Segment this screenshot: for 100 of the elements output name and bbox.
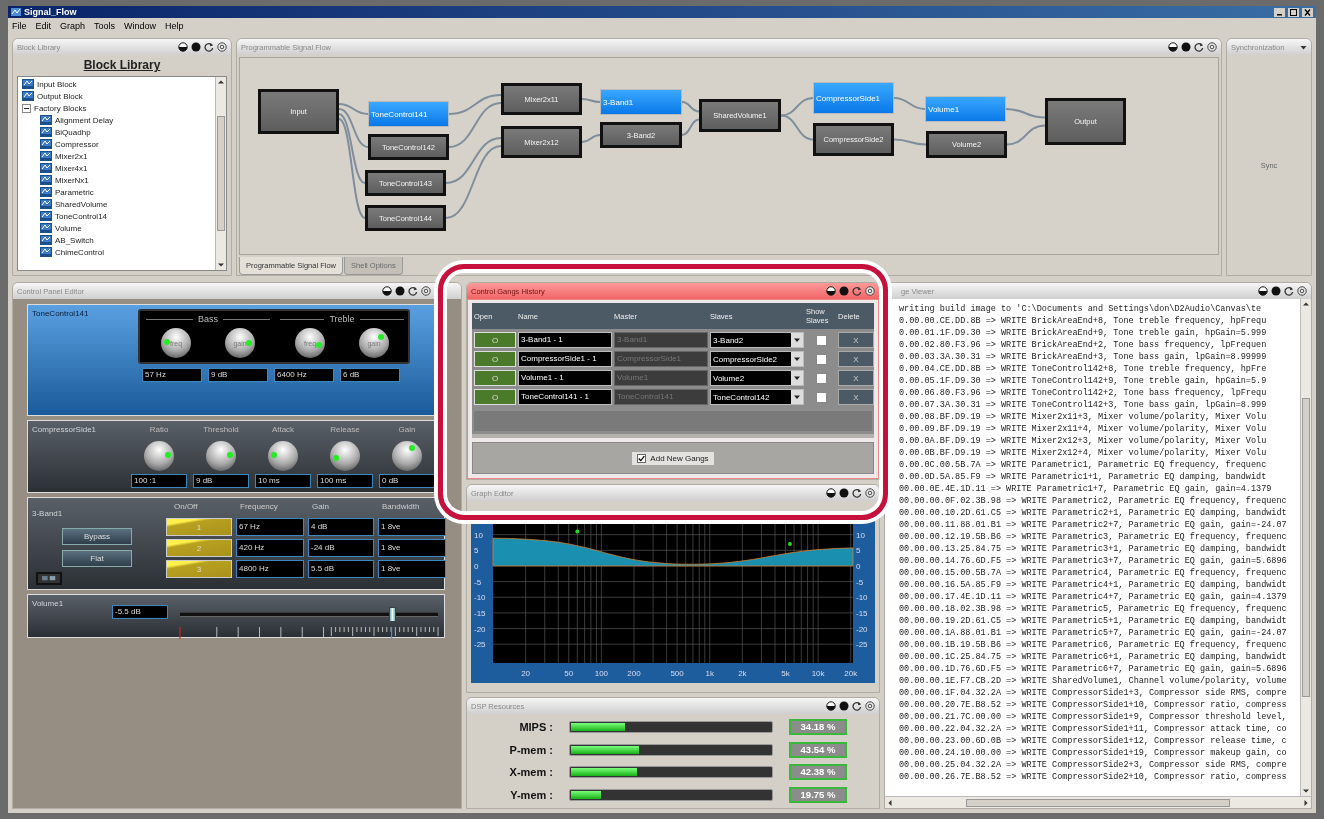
value-field[interactable]: 6400 Hz (274, 368, 334, 382)
tree-item[interactable]: Alignment Delay (55, 115, 114, 125)
value-field[interactable]: 4800 Hz (236, 560, 304, 578)
circle-icon[interactable] (839, 701, 849, 711)
open-button[interactable]: O (474, 351, 516, 367)
name-field[interactable]: CompressorSide1 - 1 (518, 351, 612, 367)
eq-handle[interactable] (787, 542, 792, 547)
value-field[interactable]: 9 dB (193, 474, 249, 488)
knob[interactable] (268, 441, 298, 471)
value-field[interactable]: -5.5 dB (112, 605, 168, 619)
slave-dropdown[interactable]: Volume2 (710, 370, 804, 386)
tree-item[interactable]: SharedVolume (55, 199, 108, 209)
vertical-scrollbar[interactable] (215, 77, 226, 270)
tree-item[interactable]: MixerNx1 (55, 175, 89, 185)
delete-button[interactable]: X (838, 389, 874, 405)
half-circle-icon[interactable] (826, 286, 836, 296)
tree-item[interactable]: Output Block (37, 91, 83, 101)
slave-dropdown[interactable]: ToneControl142 (710, 389, 804, 405)
value-field[interactable]: 10 ms (255, 474, 311, 488)
refresh-icon[interactable] (1194, 42, 1204, 52)
checkbox[interactable] (815, 372, 827, 384)
vertical-scrollbar[interactable] (1300, 299, 1311, 796)
tree-item[interactable]: ChimeControl (55, 247, 104, 257)
horizontal-scrollbar[interactable] (885, 796, 1311, 808)
eq-handle[interactable] (575, 529, 580, 534)
circle-icon[interactable] (839, 286, 849, 296)
eq-button[interactable]: Flat (62, 550, 132, 567)
menu-item[interactable]: File (12, 21, 27, 31)
dropdown-arrow-icon[interactable] (1300, 43, 1307, 51)
refresh-icon[interactable] (852, 488, 862, 498)
open-button[interactable]: O (474, 370, 516, 386)
maximize-icon[interactable] (1288, 7, 1299, 17)
menu-item[interactable]: Help (165, 21, 184, 31)
name-field[interactable]: Volume1 - 1 (518, 370, 612, 386)
half-circle-icon[interactable] (1258, 286, 1268, 296)
value-field[interactable]: -24 dB (308, 539, 374, 557)
tree-item[interactable]: ToneControl14 (55, 211, 108, 221)
value-field[interactable]: 1 8ve (378, 560, 446, 578)
refresh-icon[interactable] (408, 286, 418, 296)
delete-button[interactable]: X (838, 370, 874, 386)
tree-item[interactable]: Mixer2x1 (55, 151, 88, 161)
checkbox-icon[interactable] (637, 453, 647, 463)
menu-item[interactable]: Graph (60, 21, 86, 31)
close-icon[interactable] (865, 701, 875, 711)
close-icon[interactable] (1297, 286, 1307, 296)
circle-icon[interactable] (1271, 286, 1281, 296)
value-field[interactable]: 420 Hz (236, 539, 304, 557)
knob[interactable] (330, 441, 360, 471)
value-field[interactable]: 4 dB (308, 518, 374, 536)
value-field[interactable]: 1 8ve (378, 539, 446, 557)
close-icon[interactable] (217, 42, 227, 52)
circle-icon[interactable] (839, 488, 849, 498)
value-field[interactable]: 1 8ve (378, 518, 446, 536)
minimize-icon[interactable] (1274, 7, 1285, 17)
half-circle-icon[interactable] (826, 488, 836, 498)
close-icon[interactable] (865, 488, 875, 498)
close-icon[interactable] (1207, 42, 1217, 52)
view-toggle-icon[interactable] (36, 572, 62, 585)
slider-thumb[interactable] (388, 607, 396, 622)
refresh-icon[interactable] (852, 286, 862, 296)
add-new-gangs-option[interactable]: Add New Gangs (632, 451, 714, 465)
tree-item[interactable]: Factory Blocks (34, 103, 87, 113)
value-field[interactable]: 100 :1 (131, 474, 187, 488)
tree-item[interactable]: Compressor (55, 139, 99, 149)
value-field[interactable]: 9 dB (208, 368, 268, 382)
value-field[interactable]: 5.5 dB (308, 560, 374, 578)
delete-button[interactable]: X (838, 351, 874, 367)
half-circle-icon[interactable] (382, 286, 392, 296)
knob[interactable] (144, 441, 174, 471)
slave-dropdown[interactable]: CompressorSide2 (710, 351, 804, 367)
refresh-icon[interactable] (204, 42, 214, 52)
tree-item[interactable]: Mixer4x1 (55, 163, 88, 173)
open-button[interactable]: O (474, 389, 516, 405)
refresh-icon[interactable] (1284, 286, 1294, 296)
half-circle-icon[interactable] (826, 701, 836, 711)
eq-button[interactable]: Bypass (62, 528, 132, 545)
checkbox[interactable] (815, 353, 827, 365)
checkbox[interactable] (815, 391, 827, 403)
tree-item[interactable]: Volume (55, 223, 82, 233)
value-field[interactable]: 0 dB (379, 474, 435, 488)
half-circle-icon[interactable] (178, 42, 188, 52)
knob[interactable] (392, 441, 422, 471)
value-field[interactable]: 57 Hz (142, 368, 202, 382)
knob[interactable] (206, 441, 236, 471)
half-circle-icon[interactable] (1168, 42, 1178, 52)
name-field[interactable]: 3-Band1 - 1 (518, 332, 612, 348)
circle-icon[interactable] (191, 42, 201, 52)
value-field[interactable]: 6 dB (340, 368, 400, 382)
open-button[interactable]: O (474, 332, 516, 348)
menu-item[interactable]: Edit (35, 21, 52, 31)
close-icon[interactable] (421, 286, 431, 296)
tree-item[interactable]: AB_Switch (55, 235, 94, 245)
value-field[interactable]: 67 Hz (236, 518, 304, 536)
menu-item[interactable]: Window (124, 21, 157, 31)
tree-item[interactable]: Parametric (55, 187, 94, 197)
close-icon[interactable] (865, 286, 875, 296)
tree-item[interactable]: Input Block (37, 79, 77, 89)
checkbox[interactable] (815, 334, 827, 346)
circle-icon[interactable] (395, 286, 405, 296)
delete-button[interactable]: X (838, 332, 874, 348)
